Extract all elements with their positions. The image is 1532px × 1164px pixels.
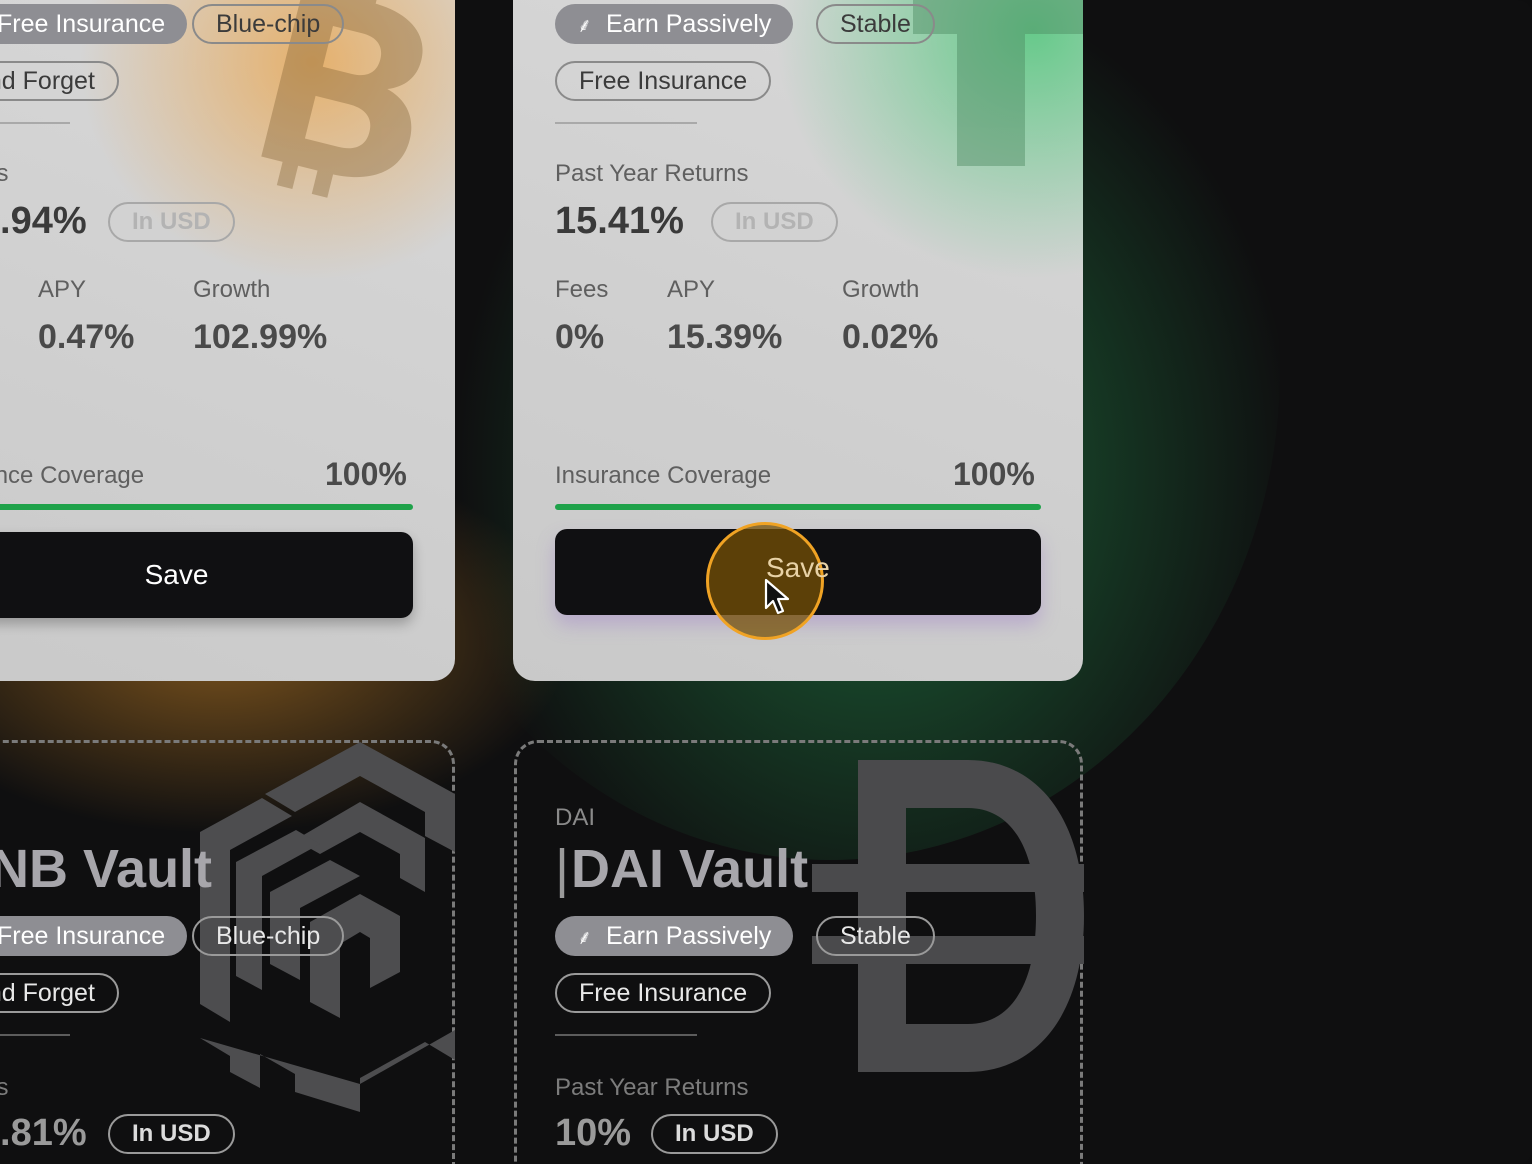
stat-label-growth: Growth: [193, 276, 271, 303]
vault-card-btc: Free Insurance Blue-chip and Forget Past…: [0, 0, 455, 681]
stat-label-growth: Growth: [842, 276, 920, 303]
tag-earn-passively[interactable]: ⸙ Earn Passively: [555, 916, 794, 956]
card-tint: [753, 0, 1083, 300]
stat-label-apy: APY: [38, 276, 87, 303]
past-year-label: Past Year Returns: [0, 1074, 9, 1101]
coverage-bar: [0, 504, 413, 510]
past-year-value: .94%: [0, 200, 87, 242]
stat-value-apy: 15.39%: [667, 318, 783, 356]
stat-value-growth: 102.99%: [193, 318, 328, 356]
in-usd-toggle[interactable]: In USD: [108, 1114, 235, 1154]
card-tint: [60, 0, 455, 300]
coverage-value: 100%: [325, 456, 407, 492]
in-usd-toggle[interactable]: In USD: [108, 202, 235, 242]
tag-free-insurance[interactable]: Free Insurance: [555, 61, 772, 101]
past-year-label: Past Year Returns: [555, 1074, 749, 1101]
past-year-label: Past Year Returns: [0, 160, 9, 187]
stat-value-growth: 0.02%: [842, 318, 939, 356]
in-usd-toggle[interactable]: In USD: [651, 1114, 778, 1154]
umbrella-icon: ⸙: [577, 14, 592, 37]
past-year-label: Past Year Returns: [555, 160, 749, 187]
tag-earn-passively[interactable]: ⸙ Earn Passively: [555, 4, 794, 44]
divider: [0, 1034, 70, 1036]
coverage-label: Insurance Coverage: [555, 462, 772, 489]
tag-set-and-forget[interactable]: and Forget: [0, 61, 119, 101]
tag-free-insurance[interactable]: Free Insurance: [0, 4, 188, 44]
vault-title: NB Vault: [0, 839, 213, 899]
divider: [0, 122, 70, 124]
divider: [555, 122, 697, 124]
stat-value-fees: 0%: [555, 318, 605, 356]
mouse-cursor-icon: [764, 578, 790, 615]
coverage-bar: [555, 504, 1041, 510]
tag-stable[interactable]: Stable: [816, 916, 935, 956]
tag-free-insurance[interactable]: Free Insurance: [0, 916, 188, 956]
coverage-label: Insurance Coverage: [0, 462, 145, 489]
tag-stable[interactable]: Stable: [816, 4, 935, 44]
stat-value-apy: 0.47%: [38, 318, 135, 356]
tag-free-insurance[interactable]: Free Insurance: [555, 973, 772, 1013]
tag-set-and-forget[interactable]: and Forget: [0, 973, 119, 1013]
stat-label-apy: APY: [667, 276, 716, 303]
tag-blue-chip[interactable]: Blue-chip: [192, 4, 345, 44]
umbrella-icon: ⸙: [577, 926, 592, 949]
in-usd-toggle[interactable]: In USD: [711, 202, 838, 242]
past-year-value: .81%: [0, 1112, 87, 1154]
vault-grid: Free Insurance Blue-chip and Forget Past…: [0, 0, 1532, 1164]
past-year-value: 10%: [555, 1112, 632, 1154]
past-year-value: 15.41%: [555, 200, 684, 242]
vault-title: |DAI Vault: [555, 839, 809, 899]
stat-label-fees: Fees: [555, 276, 609, 303]
divider: [555, 1034, 697, 1036]
vault-subtitle: DAI: [555, 804, 596, 831]
tag-blue-chip[interactable]: Blue-chip: [192, 916, 345, 956]
coverage-value: 100%: [953, 456, 1035, 492]
save-button[interactable]: Save: [0, 532, 413, 618]
